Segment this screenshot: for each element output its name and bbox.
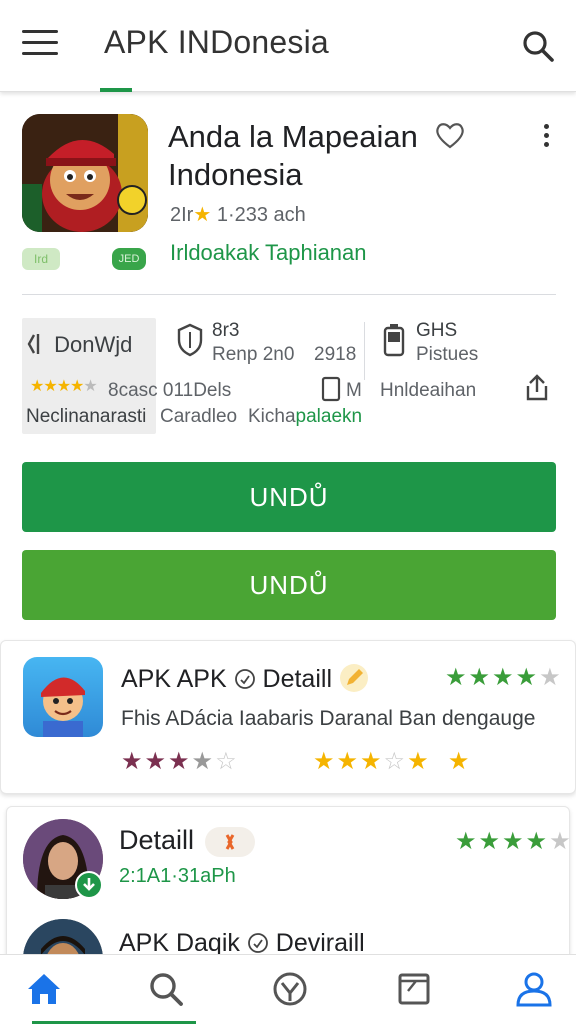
top-app-bar: APK INDonesia [0, 0, 576, 92]
section-divider [22, 294, 556, 295]
sparkle-badge-icon [205, 827, 255, 857]
app-card-icon [23, 657, 103, 737]
battery-icon [383, 324, 405, 357]
verified-icon [234, 669, 255, 689]
info-row3-col3: Kichapalaekn [248, 406, 363, 427]
verified-icon [247, 933, 268, 953]
app-bar-title: APK INDonesia [104, 24, 329, 60]
app-card-title: APK APK Detaill [121, 663, 369, 694]
download-info-title: DonWjd [26, 332, 132, 358]
download-badge-icon [75, 871, 103, 899]
info-divider [364, 322, 365, 380]
app-card-rating: ★★★★★ [445, 664, 563, 691]
info-col3-bottom: Pistues [416, 344, 479, 365]
developer-link[interactable]: Irldoakak Taphianan [170, 240, 367, 266]
app-card[interactable]: APK APK Detaill ★★★★★ Fhis ADácia Iaabar… [0, 640, 576, 794]
app-card-2-rating: ★★★★★ [455, 828, 573, 855]
hamburger-menu-icon[interactable] [22, 30, 58, 60]
app-name: Anda la Mapeaian Indonesia [168, 119, 418, 192]
app-rating: 2Ir★ 1·233 ach [170, 204, 306, 226]
bottom-navigation [0, 954, 576, 1024]
wishlist-heart-icon[interactable] [434, 120, 466, 150]
info-col2-bottom: Renp 2n0 [212, 344, 295, 365]
rating-star-icon: ★ [193, 204, 212, 226]
library-icon[interactable] [394, 969, 434, 1009]
pencil-icon [339, 664, 368, 692]
download-size-icon [27, 334, 40, 354]
info-col3-top: GHS [416, 320, 458, 341]
home-icon[interactable] [24, 969, 64, 1009]
more-options-icon[interactable] [536, 124, 556, 154]
info-row3-col1: Neclinanarasti [26, 406, 147, 427]
download-button-secondary[interactable]: UNDŮ [22, 550, 556, 620]
app-card-2-subtitle: 2:1A1·31aPh [119, 865, 236, 887]
info-col2-top: 8r3 [212, 320, 240, 341]
apps-check-icon[interactable] [270, 969, 310, 1009]
mini-rating-stars: ★★★★★ [30, 378, 98, 395]
info-col2-extra: 2918 [314, 344, 357, 365]
share-icon[interactable] [522, 372, 552, 402]
profile-icon[interactable] [514, 969, 554, 1009]
info-row2-col1: 8casc 011Dels [108, 380, 232, 401]
shield-icon [177, 323, 203, 357]
app-card-2-title: Detaill [119, 825, 195, 855]
info-row3-col2: Caradleo [160, 406, 238, 427]
review-stars-right: ★★★☆★ ★ [313, 748, 472, 775]
device-icon [321, 376, 341, 402]
download-button[interactable]: UNDŮ [22, 462, 556, 532]
app-card-2[interactable]: Detaill ★★★★★ 2:1A1·31aPh APK Daqik Devi… [6, 806, 573, 999]
info-row2-col2: M [346, 380, 362, 401]
app-icon[interactable] [22, 114, 148, 232]
info-row2-col3: Hnldeaihan [380, 380, 477, 401]
search-nav-icon[interactable] [146, 969, 186, 1009]
title-underline [100, 88, 132, 92]
search-icon[interactable] [520, 28, 556, 64]
editor-badge: JED [112, 248, 146, 270]
review-stars-left: ★★★★☆ [121, 748, 239, 775]
content-rating-badge: Ird [22, 248, 60, 270]
app-info-section: DonWjd ★★★★★ 8r3 Renp 2n0 2918 GHS Pistu… [0, 300, 576, 450]
app-card-description: Fhis ADácia Iaabaris Daranal Ban dengaug… [121, 707, 536, 730]
app-header: Anda la Mapeaian Indonesia 2Ir★ 1·233 ac… [0, 100, 576, 296]
